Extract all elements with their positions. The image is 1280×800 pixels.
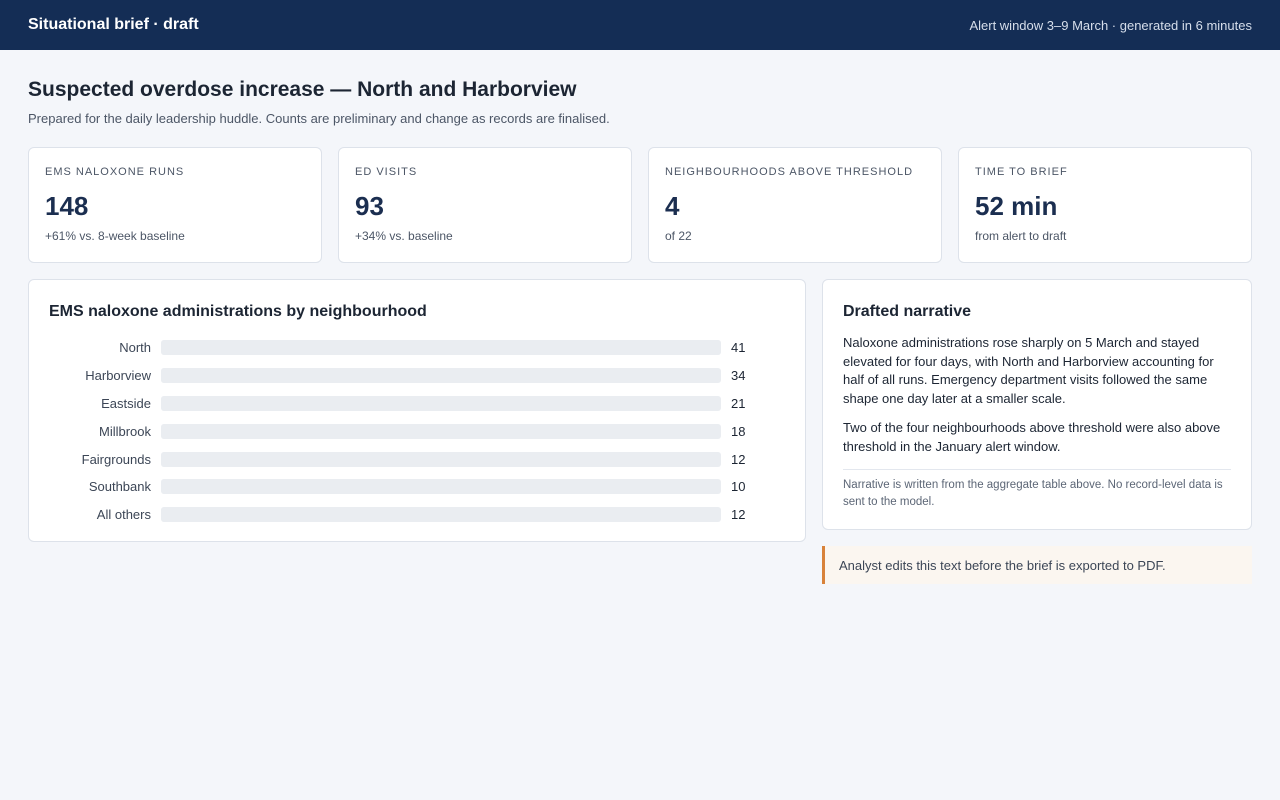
- bar-track: [161, 479, 721, 495]
- bar-track: [161, 423, 721, 439]
- kpi-note: +61% vs. 8-week baseline: [45, 229, 185, 243]
- bar-value-label: 41: [731, 340, 746, 356]
- narrative-paragraph: Two of the four neighbourhoods above thr…: [843, 420, 1221, 454]
- chart-card: EMS naloxone administrations by neighbou…: [28, 279, 806, 542]
- bar-track: [161, 340, 721, 356]
- bar-value-label: 18: [731, 423, 746, 439]
- bar-category-label: Fairgrounds: [81, 451, 151, 467]
- bar-track: [161, 395, 721, 411]
- kpi-card-ed-visits: ED visits 93 +34% vs. baseline: [338, 147, 632, 263]
- alert-window-info: Alert window 3–9 March · generated in 6 …: [969, 17, 1252, 33]
- bar: [161, 507, 325, 523]
- bar-value-label: 12: [731, 507, 746, 523]
- bar-chart: North 41 Harborview 34 Eastside 21 Millbrook 18…: [49, 334, 785, 529]
- right-column: Drafted narrative Naloxone administratio…: [822, 279, 1252, 584]
- kpi-row: EMS naloxone runs 148 +61% vs. 8-week ba…: [28, 147, 1252, 263]
- kpi-note: of 22: [665, 229, 692, 243]
- bar-value-label: 21: [731, 395, 746, 411]
- bar-category-label: North: [119, 340, 151, 356]
- analyst-edit-note: Analyst edits this text before the brief…: [822, 546, 1252, 584]
- app-title: Situational brief · draft: [28, 16, 199, 33]
- bar-track: [161, 507, 721, 523]
- bar-category-label: Millbrook: [98, 423, 151, 439]
- page-subtitle: Prepared for the daily leadership huddle…: [28, 111, 610, 126]
- kpi-label: Time to brief: [975, 166, 1068, 178]
- main-content: Suspected overdose increase — North and …: [0, 78, 1280, 584]
- bar-category-label: All others: [96, 507, 151, 523]
- page-title: Suspected overdose increase — North and …: [28, 78, 577, 101]
- divider: [843, 469, 1231, 470]
- bar-category-label: Southbank: [88, 479, 151, 495]
- bar-row: Millbrook 18: [49, 417, 785, 445]
- kpi-note: from alert to draft: [975, 229, 1067, 243]
- bar-category-label: Eastside: [101, 395, 151, 411]
- bar-track: [161, 451, 721, 467]
- bar-value-label: 12: [731, 451, 746, 467]
- kpi-card-time-to-brief: Time to brief 52 min from alert to draft: [958, 147, 1252, 263]
- bar: [161, 368, 626, 384]
- kpi-value: 52 min: [975, 191, 1058, 221]
- narrative-footnote: Narrative is written from the aggregate …: [843, 479, 1223, 508]
- kpi-label: ED visits: [355, 166, 418, 178]
- kpi-value: 4: [665, 191, 680, 221]
- bar: [161, 479, 298, 495]
- bar-value-label: 10: [731, 479, 746, 495]
- bar-category-label: Harborview: [85, 368, 151, 384]
- bar-value-label: 34: [731, 368, 746, 384]
- narrative-paragraph: Naloxone administrations rose sharply on…: [843, 335, 1214, 406]
- kpi-card-ems-runs: EMS naloxone runs 148 +61% vs. 8-week ba…: [28, 147, 322, 263]
- lower-section: EMS naloxone administrations by neighbou…: [28, 279, 1252, 584]
- bar-track: [161, 368, 721, 384]
- bar-row: Fairgrounds 12: [49, 445, 785, 473]
- kpi-note: +34% vs. baseline: [355, 229, 453, 243]
- kpi-label: Neighbourhoods above threshold: [665, 166, 914, 178]
- top-bar: Situational brief · draft Alert window 3…: [0, 0, 1280, 50]
- bar: [161, 451, 325, 467]
- kpi-value: 148: [45, 191, 89, 221]
- narrative-title: Drafted narrative: [843, 303, 972, 320]
- kpi-label: EMS naloxone runs: [45, 166, 185, 178]
- bar: [161, 395, 448, 411]
- bar-row: All others 12: [49, 501, 785, 529]
- bar-row: Harborview 34: [49, 362, 785, 390]
- bar: [161, 340, 721, 356]
- chart-title: EMS naloxone administrations by neighbou…: [49, 303, 427, 320]
- bar-row: Southbank 10: [49, 473, 785, 501]
- bar-row: North 41: [49, 334, 785, 362]
- bar: [161, 423, 407, 439]
- kpi-card-neighbourhoods: Neighbourhoods above threshold 4 of 22: [648, 147, 942, 263]
- bar-row: Eastside 21: [49, 390, 785, 418]
- kpi-value: 93: [355, 191, 384, 221]
- narrative-card: Drafted narrative Naloxone administratio…: [822, 279, 1252, 530]
